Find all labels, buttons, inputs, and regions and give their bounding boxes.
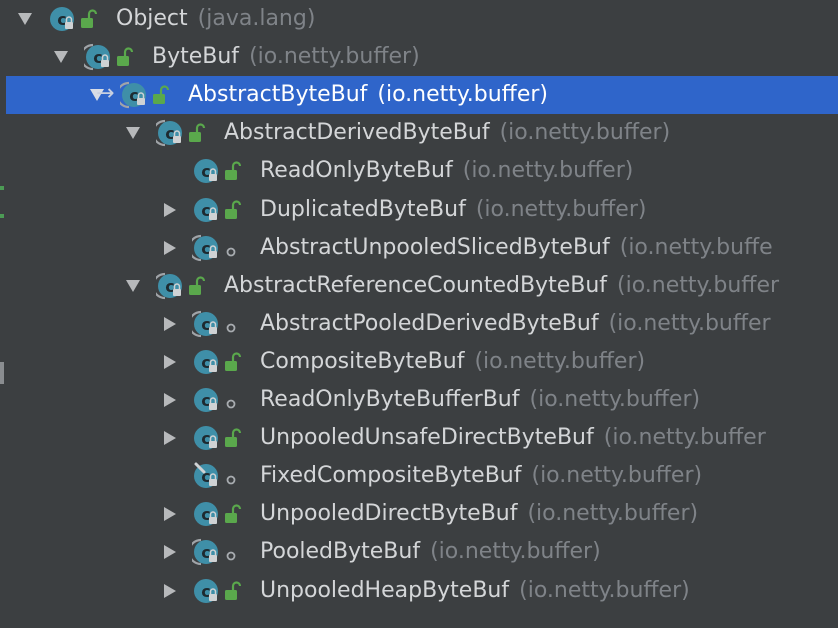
package-name: (io.netty.buffer): [519, 577, 690, 603]
unlocked-padlock-icon: [150, 79, 172, 111]
chevron-right-icon[interactable]: [164, 583, 176, 598]
tree-row[interactable]: c AbstractUnpooledSlicedByteBuf (io.netty.…: [6, 229, 838, 267]
chevron-down-icon[interactable]: [18, 13, 32, 25]
unlocked-padlock-icon: [186, 117, 208, 149]
class-name: AbstractByteBuf: [188, 82, 368, 108]
class-label: DuplicatedByteBuf (io.netty.buffer): [260, 196, 646, 224]
class-name: AbstractReferenceCountedByteBuf: [224, 272, 608, 298]
tree-row[interactable]: c PooledByteBuf (io.netty.buffer): [6, 533, 838, 571]
chevron-down-icon[interactable]: [126, 279, 140, 292]
unlocked-padlock-icon: [222, 498, 244, 530]
package-private-dot-icon: [222, 536, 244, 568]
unlocked-padlock-icon: [222, 155, 244, 187]
class-label: ReadOnlyByteBuf (io.netty.buffer): [260, 157, 633, 185]
package-name: (io.netty.buffer): [430, 539, 601, 565]
package-name: (io.netty.buffer: [617, 272, 780, 298]
class-name: DuplicatedByteBuf: [260, 196, 466, 222]
chevron-right-icon[interactable]: [164, 354, 176, 369]
package-private-dot-icon: [222, 232, 244, 264]
tree-row[interactable]: c DuplicatedByteBuf (io.netty.buffer): [6, 191, 838, 229]
class-label: AbstractPooledDerivedByteBuf (io.netty.bu…: [260, 310, 771, 338]
class-label: UnpooledDirectByteBuf (io.netty.buffer): [260, 500, 698, 528]
class-label: AbstractReferenceCountedByteBuf (io.netty…: [224, 272, 779, 300]
package-private-dot-icon: [222, 460, 244, 492]
chevron-right-icon[interactable]: [164, 507, 176, 522]
class-name: UnpooledDirectByteBuf: [260, 501, 518, 527]
class-label: PooledByteBuf (io.netty.buffer): [260, 538, 601, 566]
chevron-right-icon[interactable]: [164, 431, 176, 446]
unlocked-padlock-icon: [78, 3, 100, 35]
class-name: CompositeByteBuf: [260, 348, 465, 374]
unlocked-padlock-icon: [222, 194, 244, 226]
chevron-down-icon[interactable]: [54, 51, 68, 64]
current-class-arrow-icon: →: [96, 81, 115, 107]
class-name: AbstractUnpooledSlicedByteBuf: [260, 234, 610, 260]
class-label: AbstractDerivedByteBuf (io.netty.buffer): [224, 119, 670, 147]
tree-row[interactable]: c AbstractPooledDerivedByteBuf (io.netty.b…: [6, 305, 838, 343]
class-name: UnpooledUnsafeDirectByteBuf: [260, 425, 594, 451]
class-label: AbstractUnpooledSlicedByteBuf (io.netty.b…: [260, 234, 773, 262]
package-private-dot-icon: [222, 384, 244, 416]
class-name: ReadOnlyByteBufferBuf: [260, 387, 520, 412]
chevron-down-icon[interactable]: [126, 127, 140, 140]
package-private-dot-icon: [222, 308, 244, 340]
package-name: (io.netty.buffer): [527, 501, 699, 527]
tree-row[interactable]: c CompositeByteBuf (io.netty.buffer): [6, 343, 838, 381]
class-name: PooledByteBuf: [260, 539, 421, 565]
chevron-right-icon[interactable]: [164, 316, 176, 331]
unlocked-padlock-icon: [222, 346, 244, 378]
package-name: (io.netty.buffer): [462, 158, 634, 184]
class-name: AbstractPooledDerivedByteBuf: [260, 310, 599, 336]
chevron-right-icon[interactable]: [164, 393, 176, 407]
class-name: ByteBuf: [152, 44, 240, 70]
chevron-right-icon[interactable]: [164, 202, 176, 217]
unlocked-padlock-icon: [114, 41, 136, 73]
class-label: Object (java.lang): [116, 5, 315, 33]
package-name: (io.netty.buffer: [603, 425, 766, 451]
class-name: AbstractDerivedByteBuf: [224, 120, 490, 146]
package-name: (io.netty.buffer: [608, 310, 771, 336]
tree-row[interactable]: c ByteBuf (io.netty.buffer): [6, 38, 838, 76]
package-name: (java.lang): [197, 6, 316, 31]
package-name: (io.netty.buffer): [529, 387, 701, 412]
class-name: UnpooledHeapByteBuf: [260, 577, 510, 603]
package-name: (io.netty.buffe: [619, 234, 773, 260]
gutter-marker: [0, 186, 4, 190]
gutter-marker: [0, 362, 4, 384]
tree-row[interactable]: c UnpooledDirectByteBuf (io.netty.buffer): [6, 495, 838, 533]
unlocked-padlock-icon: [222, 575, 244, 607]
package-name: (io.netty.buffer): [531, 463, 703, 489]
unlocked-padlock-icon: [222, 422, 244, 454]
package-name: (io.netty.buffer): [475, 196, 647, 222]
tree-row[interactable]: c Object (java.lang): [6, 0, 838, 38]
type-hierarchy-tree: c Object (java.lang) c ByteBuf (io.netty.buff…: [0, 0, 838, 628]
unlocked-padlock-icon: [186, 270, 208, 302]
class-name: ReadOnlyByteBuf: [260, 158, 453, 184]
class-label: ReadOnlyByteBufferBuf (io.netty.buffer): [260, 386, 700, 414]
class-label: AbstractByteBuf (io.netty.buffer): [188, 81, 548, 109]
package-name: (io.netty.buffer): [499, 120, 671, 146]
package-name: (io.netty.buffer): [377, 82, 549, 108]
class-label: CompositeByteBuf (io.netty.buffer): [260, 348, 645, 376]
tree-row[interactable]: c ReadOnlyByteBufferBuf (io.netty.buffer): [6, 381, 838, 419]
class-label: UnpooledUnsafeDirectByteBuf (io.netty.buf…: [260, 424, 766, 452]
class-label: FixedCompositeByteBuf (io.netty.buffer): [260, 462, 702, 490]
tree-row[interactable]: c AbstractDerivedByteBuf (io.netty.buffer): [6, 114, 838, 152]
chevron-right-icon[interactable]: [164, 545, 176, 560]
chevron-right-icon[interactable]: [164, 240, 176, 255]
tree-row[interactable]: c ReadOnlyByteBuf (io.netty.buffer): [6, 152, 838, 190]
tree-row[interactable]: c UnpooledUnsafeDirectByteBuf (io.netty.bu…: [6, 419, 838, 457]
gutter-marker: [0, 214, 4, 218]
tree-row[interactable]: c AbstractReferenceCountedByteBuf (io.nett…: [6, 267, 838, 305]
tree-row[interactable]: → c AbstractByteBuf (io.netty.buffer): [6, 76, 838, 115]
tree-row[interactable]: c FixedCompositeByteBuf (io.netty.buffer): [6, 457, 838, 495]
class-label: ByteBuf (io.netty.buffer): [152, 43, 420, 71]
class-name: FixedCompositeByteBuf: [260, 463, 522, 489]
tree-row[interactable]: c UnpooledHeapByteBuf (io.netty.buffer): [6, 572, 838, 610]
package-name: (io.netty.buffer): [249, 44, 420, 70]
class-label: UnpooledHeapByteBuf (io.netty.buffer): [260, 577, 690, 605]
package-name: (io.netty.buffer): [474, 348, 646, 374]
class-name: Object: [116, 6, 188, 31]
